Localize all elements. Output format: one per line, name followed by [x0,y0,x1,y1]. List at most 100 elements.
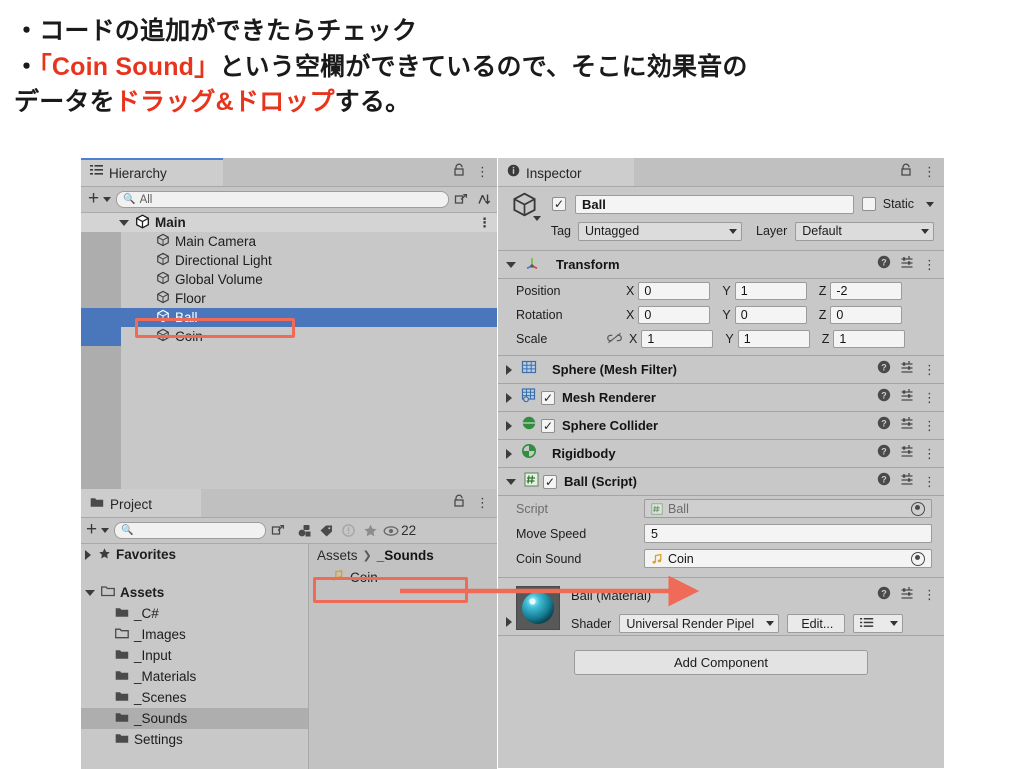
gameobject-name-field[interactable]: Ball [575,194,854,214]
hierarchy-search-input[interactable]: 🔍 All [116,191,449,208]
chevron-right-icon[interactable] [506,448,512,459]
shader-list-button[interactable] [853,614,904,633]
help-icon[interactable]: ? [877,255,891,274]
object-picker-icon[interactable] [911,551,925,566]
kebab-menu-icon[interactable]: ⋮ [476,164,489,180]
project-tree-item-input[interactable]: _Input [81,645,308,666]
project-search-input[interactable]: 🔍 [114,522,267,539]
object-picker-icon[interactable] [911,501,925,516]
static-dropdown-icon[interactable] [926,201,934,207]
chevron-right-icon[interactable] [506,617,512,627]
component-header-mesh-filter[interactable]: Sphere (Mesh Filter) ? ⋮ [498,356,944,384]
preset-icon[interactable] [900,444,914,463]
preset-icon[interactable] [900,586,914,605]
shader-edit-button[interactable]: Edit... [787,614,846,633]
kebab-menu-icon[interactable]: ⋮ [478,215,491,231]
component-enabled-checkbox[interactable]: ✓ [543,474,557,489]
lock-icon[interactable] [453,163,465,181]
hierarchy-item-directional-light[interactable]: Directional Light [81,251,497,270]
warning-filter-icon[interactable] [338,521,358,540]
chevron-right-icon[interactable] [506,420,512,431]
kebab-menu-icon[interactable]: ⋮ [923,257,936,273]
chevron-down-icon[interactable] [506,261,516,268]
component-enabled-checkbox[interactable]: ✓ [541,390,555,405]
lock-icon[interactable] [453,494,465,512]
component-header-transform[interactable]: Transform ? ⋮ [498,251,944,279]
gameobject-enabled-checkbox[interactable]: ✓ [552,197,566,211]
project-folder-tree[interactable]: Favorites Assets _C# _Images _Input _Mat… [81,544,309,769]
lock-icon[interactable] [900,163,912,181]
chevron-down-icon[interactable] [506,478,516,485]
preset-icon[interactable] [900,255,914,274]
help-icon[interactable]: ? [877,444,891,463]
coin-sound-object-field[interactable]: Coin [644,549,932,568]
help-icon[interactable]: ? [877,416,891,435]
project-tree-item-settings[interactable]: Settings [81,729,308,750]
chevron-down-icon[interactable] [85,589,95,596]
project-tree-item-images[interactable]: _Images [81,624,308,645]
component-header-sphere-collider[interactable]: ✓ Sphere Collider ? ⋮ [498,412,944,440]
kebab-menu-icon[interactable]: ⋮ [923,164,936,180]
hierarchy-item-main[interactable]: Main ⋮ [81,213,497,232]
asset-filter-icon[interactable] [294,521,314,540]
kebab-menu-icon[interactable]: ⋮ [923,390,936,406]
label-filter-icon[interactable] [316,521,336,540]
project-tree-item-scenes[interactable]: _Scenes [81,687,308,708]
help-icon[interactable]: ? [877,360,891,379]
hierarchy-item-global-volume[interactable]: Global Volume [81,270,497,289]
project-tree-item-sounds[interactable]: _Sounds [81,708,308,729]
preset-icon[interactable] [900,388,914,407]
component-header-rigidbody[interactable]: Rigidbody ? ⋮ [498,440,944,468]
chevron-right-icon[interactable] [85,549,91,560]
create-asset-button[interactable]: + [83,520,98,541]
preset-icon[interactable] [900,472,914,491]
tab-hierarchy[interactable]: Hierarchy [81,158,223,186]
component-enabled-checkbox[interactable]: ✓ [541,418,555,433]
script-object-field[interactable]: Ball [644,499,932,518]
chevron-right-icon[interactable] [506,392,512,403]
chevron-down-icon[interactable] [103,197,112,202]
rotation-x-input[interactable]: 0 [638,306,711,324]
project-tree-item-materials[interactable]: _Materials [81,666,308,687]
preset-icon[interactable] [900,416,914,435]
chevron-down-icon[interactable] [533,215,541,221]
visibility-icon[interactable] [382,521,400,540]
add-gameobject-button[interactable]: + [85,189,100,210]
unlinked-scale-icon[interactable] [607,332,622,347]
project-tree-item-assets[interactable]: Assets [81,582,308,603]
project-tree-item-favorites[interactable]: Favorites [81,544,308,565]
scale-x-input[interactable]: 1 [641,330,714,348]
layer-dropdown[interactable]: Default [795,221,934,241]
project-tree-item-csharp[interactable]: _C# [81,603,308,624]
rotation-y-input[interactable]: 0 [734,306,807,324]
add-component-button[interactable]: Add Component [574,650,868,675]
position-z-input[interactable]: -2 [830,282,903,300]
kebab-menu-icon[interactable]: ⋮ [923,587,936,603]
chevron-right-icon[interactable] [506,364,512,375]
tab-project[interactable]: Project [81,489,201,517]
hierarchy-item-main-camera[interactable]: Main Camera [81,232,497,251]
component-header-ball-script[interactable]: ✓ Ball (Script) ? ⋮ [498,468,944,496]
static-checkbox[interactable] [861,197,876,211]
scale-y-input[interactable]: 1 [737,330,810,348]
kebab-menu-icon[interactable]: ⋮ [923,418,936,434]
scale-z-input[interactable]: 1 [833,330,906,348]
kebab-menu-icon[interactable]: ⋮ [476,495,489,511]
kebab-menu-icon[interactable]: ⋮ [923,474,936,490]
move-speed-input[interactable]: 5 [644,524,932,543]
rotation-z-input[interactable]: 0 [830,306,903,324]
kebab-menu-icon[interactable]: ⋮ [923,446,936,462]
expand-window-icon[interactable] [268,521,288,540]
chevron-down-icon[interactable] [119,219,129,226]
help-icon[interactable]: ? [877,586,891,605]
component-header-mesh-renderer[interactable]: ✓ Mesh Renderer ? ⋮ [498,384,944,412]
help-icon[interactable]: ? [877,388,891,407]
expand-window-icon[interactable] [451,190,471,209]
position-y-input[interactable]: 1 [734,282,807,300]
sort-icon[interactable] [473,190,493,209]
shader-dropdown[interactable]: Universal Render Pipel [619,614,780,633]
preset-icon[interactable] [900,360,914,379]
tag-dropdown[interactable]: Untagged [578,221,742,241]
help-icon[interactable]: ? [877,472,891,491]
breadcrumb-root[interactable]: Assets [317,548,358,563]
